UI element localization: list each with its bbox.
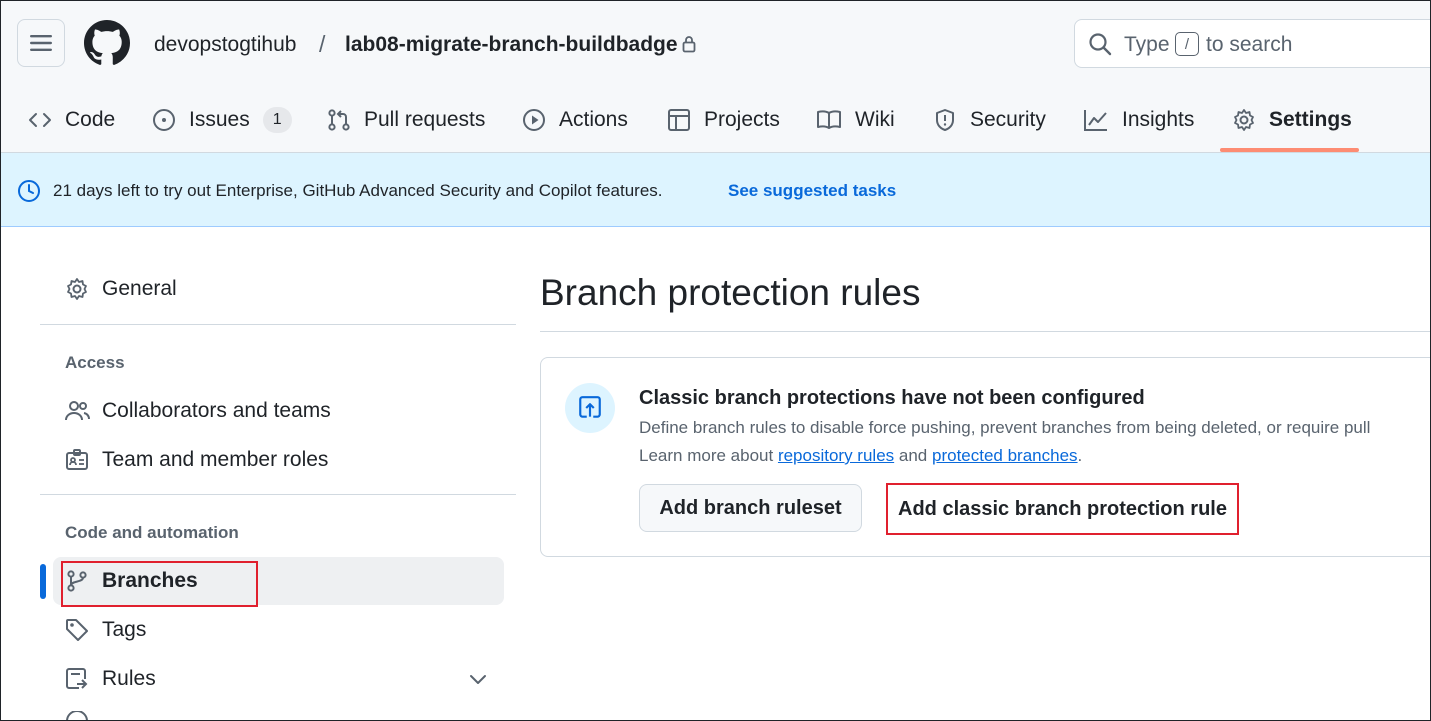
tab-label: Insights	[1122, 108, 1195, 131]
sidebar-item-label: Branches	[102, 569, 198, 592]
search-placeholder-suffix: to search	[1206, 33, 1293, 56]
search-icon	[1088, 32, 1112, 56]
tab-label: Code	[65, 108, 116, 131]
tag-icon	[65, 618, 89, 642]
git-branch-icon	[65, 569, 89, 593]
github-logo-icon[interactable]	[84, 20, 130, 66]
tab-label: Settings	[1269, 108, 1352, 131]
sidebar-item-branches[interactable]: Branches	[53, 557, 504, 605]
three-bars-icon	[30, 34, 52, 52]
sidebar-item-label: Rules	[102, 667, 156, 690]
tab-label: Security	[970, 108, 1046, 131]
page-title: Branch protection rules	[540, 272, 921, 313]
id-badge-icon	[65, 448, 89, 472]
blankslate-description: Define branch rules to disable force pus…	[639, 418, 1371, 437]
learn-more-and: and	[898, 446, 928, 465]
tab-label: Actions	[559, 108, 628, 131]
sidebar-item-rules[interactable]: Rules	[53, 655, 504, 703]
shield-icon	[933, 108, 957, 132]
people-icon	[65, 400, 91, 422]
sidebar-item-collaborators[interactable]: Collaborators and teams	[53, 387, 504, 435]
blankslate-learn-more: Learn more about repository rules and pr…	[639, 446, 1082, 466]
repo-header: devopstogtihub / lab08-migrate-branch-bu…	[0, 0, 1431, 153]
tab-projects[interactable]: Projects	[667, 88, 780, 152]
tab-label: Projects	[704, 108, 780, 131]
sidebar-heading-code-automation: Code and automation	[65, 523, 239, 542]
selected-item-marker	[40, 564, 46, 599]
breadcrumb-separator: /	[319, 31, 326, 57]
search-shortcut-key: /	[1175, 32, 1199, 56]
search-placeholder-prefix: Type	[1124, 33, 1170, 56]
repo-push-badge	[565, 383, 615, 433]
see-suggested-tasks-link[interactable]: See suggested tasks	[728, 181, 896, 201]
learn-more-prefix: Learn more about	[639, 446, 774, 465]
tab-security[interactable]: Security	[933, 88, 1046, 152]
repo-nav-tabs: Code Issues 1 Pull requests Actions Proj…	[0, 88, 1431, 152]
tab-wiki[interactable]: Wiki	[816, 88, 895, 152]
partial-next-item-icon	[65, 711, 89, 721]
tab-pull-requests[interactable]: Pull requests	[327, 88, 485, 152]
sidebar-item-label: Tags	[102, 618, 147, 641]
sidebar-divider	[40, 494, 516, 495]
search-input[interactable]: Type / to search	[1074, 19, 1431, 68]
tab-code[interactable]: Code	[28, 88, 115, 152]
blankslate-heading: Classic branch protections have not been…	[639, 387, 1145, 409]
issue-opened-icon	[152, 108, 176, 132]
book-icon	[816, 109, 842, 131]
repo-push-icon	[65, 667, 89, 691]
tab-issues[interactable]: Issues 1	[152, 88, 292, 152]
protected-branches-link[interactable]: protected branches	[932, 446, 1078, 465]
table-icon	[667, 108, 691, 132]
banner-message: 21 days left to try out Enterprise, GitH…	[53, 181, 663, 200]
title-divider	[540, 331, 1431, 332]
repo-name-link[interactable]: lab08-migrate-branch-buildbadge	[345, 33, 678, 57]
sidebar-item-label: General	[102, 277, 177, 300]
tab-label: Issues	[189, 108, 250, 131]
code-icon	[28, 110, 52, 130]
repo-push-icon	[577, 395, 603, 421]
tab-settings[interactable]: Settings	[1232, 88, 1352, 152]
sidebar-divider	[40, 324, 516, 325]
issues-count-badge: 1	[262, 107, 292, 133]
hamburger-menu-button[interactable]	[17, 19, 65, 67]
add-classic-branch-protection-rule-button[interactable]: Add classic branch protection rule	[886, 483, 1239, 535]
learn-more-suffix: .	[1077, 446, 1083, 465]
git-pull-request-icon	[327, 108, 351, 132]
active-tab-indicator	[1220, 148, 1359, 152]
play-icon	[522, 108, 546, 132]
sidebar-item-label: Team and member roles	[102, 448, 329, 471]
sidebar-item-general[interactable]: General	[53, 265, 504, 313]
clock-icon	[17, 179, 41, 203]
graph-icon	[1083, 108, 1109, 132]
repo-owner-link[interactable]: devopstogtihub	[154, 33, 296, 57]
sidebar-item-tags[interactable]: Tags	[53, 606, 504, 654]
add-branch-ruleset-button[interactable]: Add branch ruleset	[639, 484, 862, 532]
trial-banner: 21 days left to try out Enterprise, GitH…	[0, 153, 1431, 227]
sidebar-item-team-member-roles[interactable]: Team and member roles	[53, 436, 504, 484]
sidebar-heading-access: Access	[65, 353, 125, 372]
gear-icon	[65, 277, 89, 301]
tab-label: Wiki	[855, 108, 895, 131]
tab-actions[interactable]: Actions	[522, 88, 628, 152]
chevron-down-icon[interactable]	[468, 669, 488, 689]
sidebar-item-label: Collaborators and teams	[102, 399, 331, 422]
repository-rules-link[interactable]: repository rules	[778, 446, 894, 465]
tab-insights[interactable]: Insights	[1083, 88, 1194, 152]
tab-label: Pull requests	[364, 108, 486, 131]
lock-icon	[682, 35, 696, 53]
gear-icon	[1232, 108, 1256, 132]
